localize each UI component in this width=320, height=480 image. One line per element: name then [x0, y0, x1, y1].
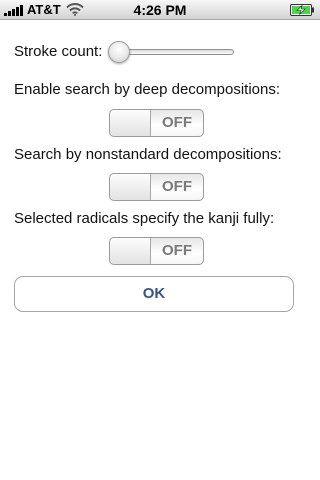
- toggle-knob: [110, 110, 151, 136]
- nonstandard-decompositions-label: Search by nonstandard decompositions:: [14, 146, 282, 163]
- battery-charging-icon: [290, 4, 314, 16]
- stroke-count-label: Stroke count:: [14, 43, 103, 60]
- toggle-state: OFF: [162, 114, 192, 131]
- ok-button[interactable]: OK: [14, 276, 294, 312]
- deep-decompositions-toggle[interactable]: OFF: [109, 109, 204, 137]
- stroke-count-slider[interactable]: [108, 41, 234, 63]
- deep-decompositions-label: Enable search by deep decompositions:: [14, 81, 281, 98]
- radicals-fully-label: Selected radicals specify the kanji full…: [14, 210, 275, 227]
- toggle-knob: [110, 238, 151, 264]
- toggle-state: OFF: [162, 178, 192, 195]
- slider-track: [116, 49, 234, 55]
- nonstandard-decompositions-toggle[interactable]: OFF: [109, 173, 204, 201]
- slider-thumb[interactable]: [108, 41, 130, 63]
- status-time: 4:26 PM: [133, 2, 187, 18]
- toggle-state: OFF: [162, 242, 192, 259]
- toggle-knob: [110, 174, 151, 200]
- radicals-fully-toggle[interactable]: OFF: [109, 237, 204, 265]
- status-bar: AT&T 4:26 PM: [0, 0, 320, 20]
